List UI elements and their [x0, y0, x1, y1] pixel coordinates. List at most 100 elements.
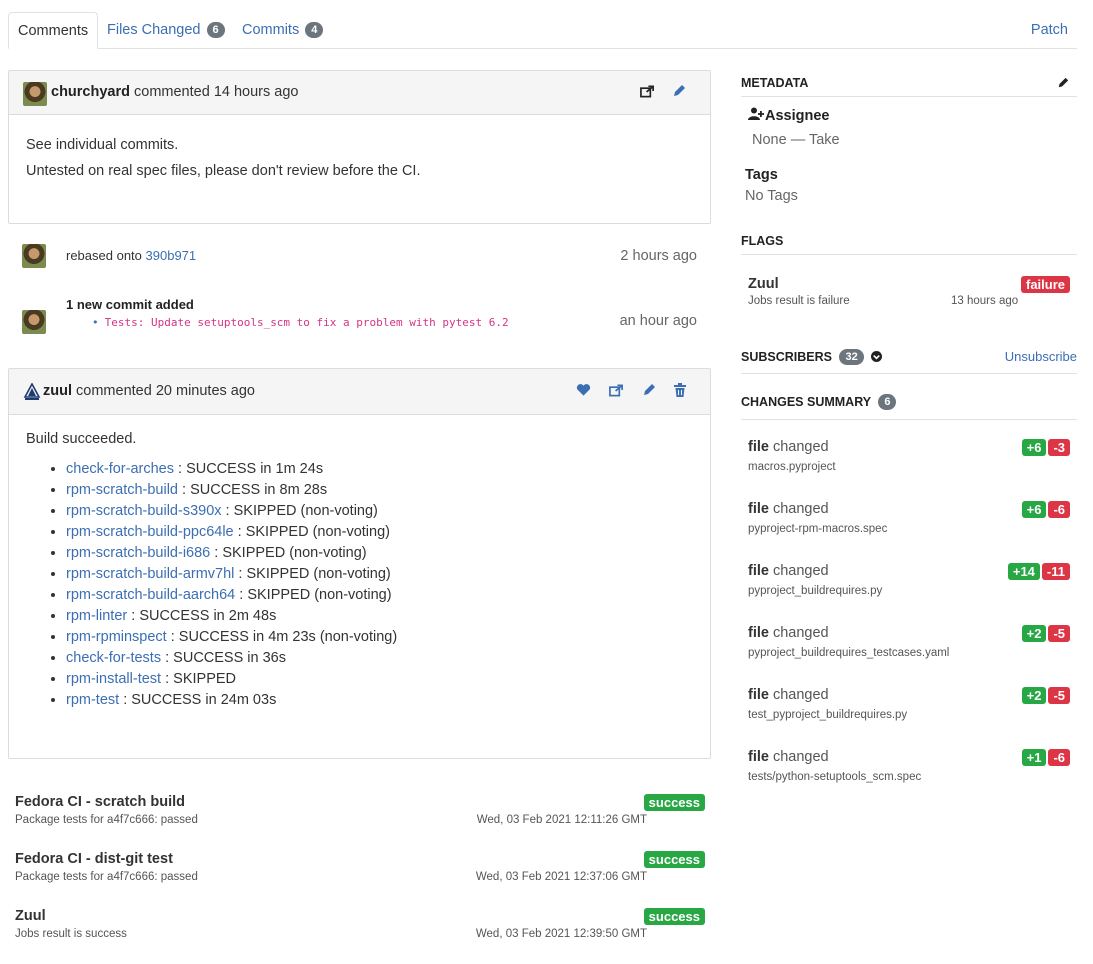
- comment-time[interactable]: 14 hours ago: [214, 84, 299, 100]
- assignee-heading: Assignee: [748, 107, 829, 124]
- comment-author[interactable]: churchyard: [51, 84, 130, 100]
- expand-subscribers-icon[interactable]: [871, 351, 883, 365]
- changed-file-row[interactable]: file changed pyproject-rpm-macros.spec +…: [748, 501, 1070, 551]
- changed-file-name: macros.pyproject: [748, 461, 836, 473]
- change-word: file: [748, 687, 769, 703]
- ci-flag-description: Package tests for a4f7c666: passed: [15, 871, 198, 883]
- build-job-item: rpm-scratch-build : SUCCESS in 8m 28s: [66, 480, 693, 501]
- changed-file-row[interactable]: file changed pyproject_buildrequires_tes…: [748, 625, 1070, 675]
- comment-author[interactable]: zuul: [43, 383, 72, 399]
- share-icon[interactable]: [607, 383, 625, 401]
- build-job-item: rpm-install-test : SKIPPED: [66, 669, 693, 690]
- avatar[interactable]: [22, 244, 46, 268]
- build-job-item: check-for-arches : SUCCESS in 1m 24s: [66, 459, 693, 480]
- build-job-list: check-for-arches : SUCCESS in 1m 24s rpm…: [26, 459, 693, 711]
- change-type: file changed: [748, 501, 829, 517]
- lines-removed-badge: -11: [1041, 563, 1070, 580]
- comment-card-zuul: zuul commented 20 minutes ago Build succ…: [8, 368, 711, 759]
- ci-flag-date: Wed, 03 Feb 2021 12:37:06 GMT: [475, 871, 647, 883]
- edit-icon[interactable]: [670, 84, 688, 102]
- tab-commits[interactable]: Commits 4: [233, 12, 332, 49]
- tab-comments[interactable]: Comments: [8, 12, 99, 49]
- ci-flag-date: Wed, 03 Feb 2021 12:39:50 GMT: [475, 928, 647, 940]
- heart-icon[interactable]: [574, 383, 592, 401]
- changed-file-row[interactable]: file changed pyproject_buildrequires.py …: [748, 563, 1070, 613]
- job-link[interactable]: rpm-scratch-build-i686: [66, 545, 210, 561]
- flag-row: Zuul Jobs result is failure 13 hours ago…: [748, 276, 1070, 312]
- change-word: changed: [772, 749, 829, 765]
- changed-file-name: pyproject_buildrequires.py: [748, 585, 883, 597]
- changed-file-name: test_pyproject_buildrequires.py: [748, 709, 908, 721]
- ci-flag-description: Jobs result is success: [15, 928, 127, 940]
- files-changed-count-badge: 6: [206, 22, 225, 38]
- comment-meta: churchyard commented 14 hours ago: [51, 84, 298, 100]
- rebase-hash-link[interactable]: 390b971: [146, 248, 197, 263]
- ci-flag-date: Wed, 03 Feb 2021 12:11:26 GMT: [476, 814, 647, 826]
- commit-link[interactable]: • Tests: Update setuptools_scm to fix a p…: [92, 316, 509, 329]
- zuul-avatar-icon[interactable]: [23, 382, 41, 401]
- job-link[interactable]: rpm-scratch-build-s390x: [66, 503, 222, 519]
- flag-name[interactable]: Zuul: [748, 276, 779, 292]
- flag-time: 13 hours ago: [951, 295, 1019, 307]
- changes-summary-label: CHANGES SUMMARY: [741, 395, 871, 409]
- flags-heading: FLAGS: [741, 234, 1077, 255]
- job-result: : SUCCESS in 36s: [161, 650, 287, 666]
- ci-flag-title[interactable]: Fedora CI - scratch build: [15, 794, 185, 810]
- trash-icon[interactable]: [671, 383, 689, 401]
- changed-file-name: tests/python-setuptools_scm.spec: [748, 771, 922, 783]
- lines-added-badge: +14: [1007, 563, 1040, 580]
- lines-added-badge: +6: [1021, 439, 1047, 456]
- job-link[interactable]: rpm-scratch-build-ppc64le: [66, 524, 234, 540]
- avatar[interactable]: [22, 310, 46, 334]
- status-badge: success: [643, 851, 705, 868]
- change-type: file changed: [748, 439, 829, 455]
- job-link[interactable]: rpm-scratch-build: [66, 482, 178, 498]
- ci-flag-row: Zuul Jobs result is success Wed, 03 Feb …: [15, 908, 705, 944]
- ci-flag-title[interactable]: Zuul: [15, 908, 46, 924]
- comment-body: See individual commits. Untested on real…: [9, 115, 710, 201]
- comment-paragraph: Untested on real spec files, please don'…: [26, 163, 421, 179]
- change-type: file changed: [748, 687, 829, 703]
- changed-file-row[interactable]: file changed macros.pyproject +6 -3: [748, 439, 1070, 489]
- lines-removed-badge: -5: [1048, 687, 1070, 704]
- build-job-item: rpm-linter : SUCCESS in 2m 48s: [66, 606, 693, 627]
- job-link[interactable]: check-for-tests: [66, 650, 161, 666]
- job-link[interactable]: rpm-install-test: [66, 671, 161, 687]
- unsubscribe-link[interactable]: Unsubscribe: [1005, 349, 1077, 364]
- flag-description: Jobs result is failure: [748, 295, 850, 307]
- job-link[interactable]: check-for-arches: [66, 461, 174, 477]
- comment-card-churchyard: churchyard commented 14 hours ago See in…: [8, 70, 711, 224]
- job-link[interactable]: rpm-scratch-build-aarch64: [66, 587, 235, 603]
- status-badge: success: [643, 794, 705, 811]
- edit-icon[interactable]: [640, 383, 658, 401]
- comment-time[interactable]: 20 minutes ago: [156, 383, 255, 399]
- build-job-item: rpm-scratch-build-ppc64le : SKIPPED (non…: [66, 522, 693, 543]
- tab-files-changed[interactable]: Files Changed 6: [98, 12, 234, 49]
- ci-flag-row: Fedora CI - scratch build Package tests …: [15, 794, 705, 830]
- job-link[interactable]: rpm-scratch-build-armv7hl: [66, 566, 234, 582]
- job-result: : SUCCESS in 24m 03s: [119, 692, 277, 708]
- lines-removed-badge: -3: [1048, 439, 1070, 456]
- activity-rebase: rebased onto 390b971 2 hours ago: [8, 244, 711, 274]
- status-badge: failure: [1020, 276, 1070, 293]
- share-icon[interactable]: [638, 84, 656, 102]
- changed-file-row[interactable]: file changed tests/python-setuptools_scm…: [748, 749, 1070, 799]
- changed-file-row[interactable]: file changed test_pyproject_buildrequire…: [748, 687, 1070, 737]
- tab-patch[interactable]: Patch: [1022, 12, 1077, 49]
- commits-count-badge: 4: [305, 22, 324, 38]
- edit-metadata-icon[interactable]: [1057, 77, 1069, 92]
- assignee-value[interactable]: None — Take: [752, 132, 840, 148]
- job-link[interactable]: rpm-test: [66, 692, 119, 708]
- diff-stats: +6 -3: [1020, 439, 1070, 456]
- avatar[interactable]: [23, 82, 47, 106]
- subscribers-heading: SUBSCRIBERS 32 Unsubscribe: [741, 349, 1077, 374]
- job-link[interactable]: rpm-linter: [66, 608, 127, 624]
- comment-paragraph: See individual commits.: [26, 137, 179, 153]
- job-link[interactable]: rpm-rpminspect: [66, 629, 167, 645]
- changed-file-name: pyproject-rpm-macros.spec: [748, 523, 888, 535]
- job-result: : SKIPPED: [161, 671, 237, 687]
- diff-stats: +14 -11: [1006, 563, 1070, 580]
- job-result: : SKIPPED (non-voting): [210, 545, 367, 561]
- change-word: file: [748, 749, 769, 765]
- ci-flag-title[interactable]: Fedora CI - dist-git test: [15, 851, 173, 867]
